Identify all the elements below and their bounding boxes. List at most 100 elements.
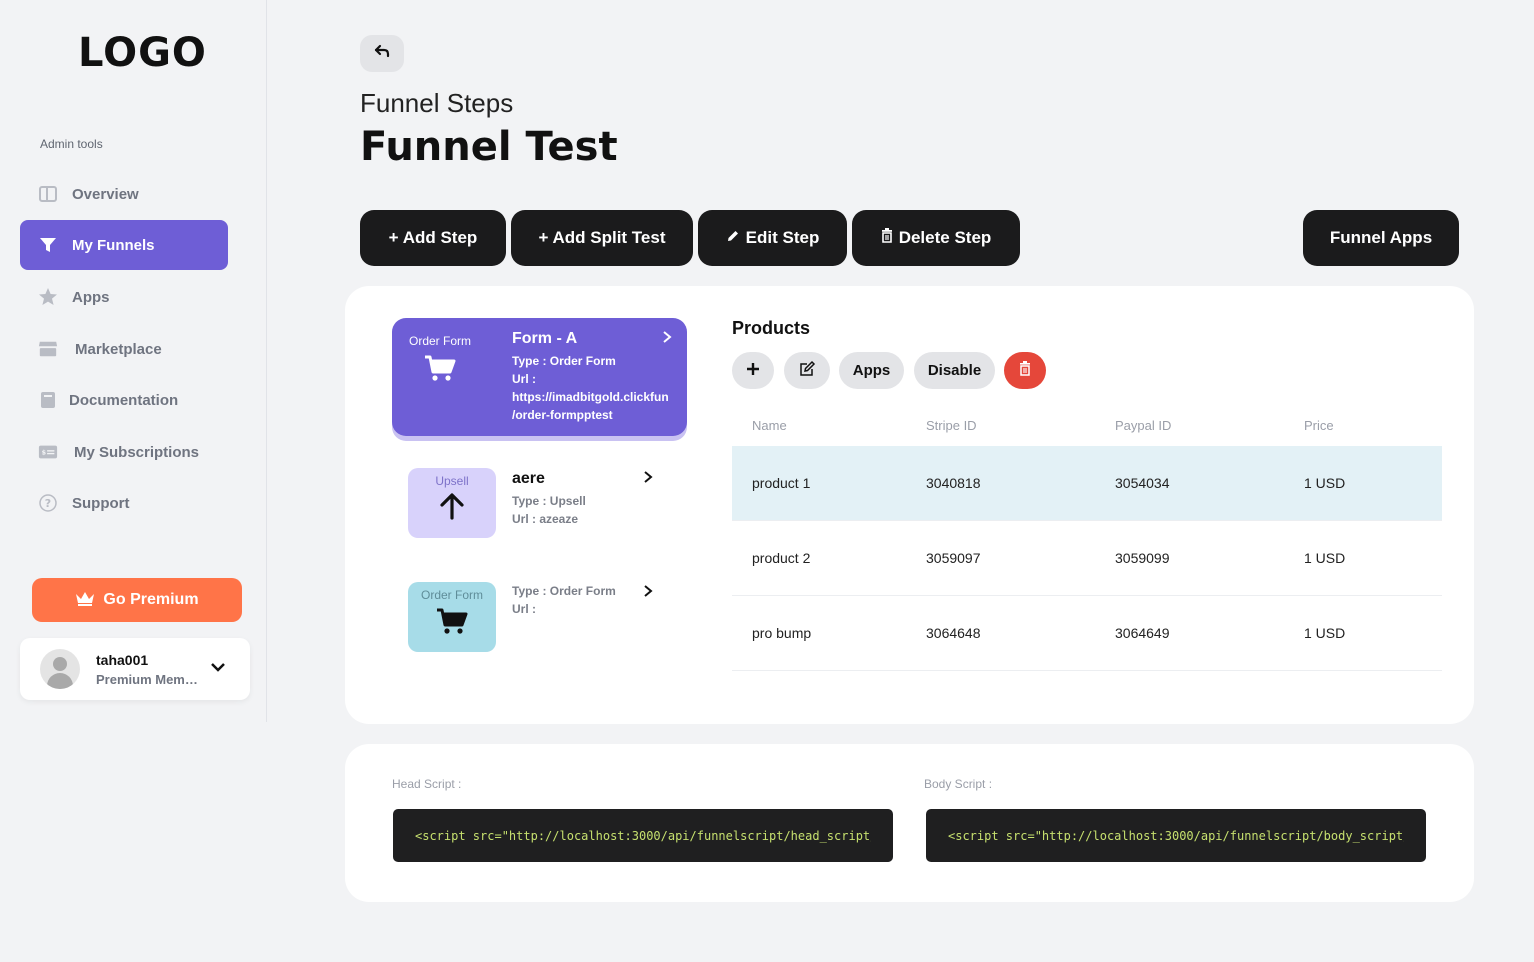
page-subtitle: Funnel Steps xyxy=(360,88,514,118)
paypal-id: 3054034 xyxy=(1115,475,1170,491)
cart-icon xyxy=(436,607,468,640)
trash-icon xyxy=(1019,361,1031,380)
step-tile-label: Upsell xyxy=(435,474,469,488)
price: 1 USD xyxy=(1304,475,1346,491)
body-script-value: <script src="http://localhost:3000/api/f… xyxy=(948,828,1404,843)
store-icon xyxy=(38,339,58,359)
paypal-id: 3064649 xyxy=(1115,625,1170,641)
body-script-label: Body Script : xyxy=(924,777,993,791)
edit-product-button[interactable] xyxy=(784,352,830,389)
step-type: Type : Order Form xyxy=(512,584,616,598)
layout-icon xyxy=(38,184,58,204)
table-row[interactable]: product 1 3040818 3054034 1 USD xyxy=(732,446,1442,521)
add-split-test-button[interactable]: + Add Split Test xyxy=(511,210,693,266)
step-url: https://imadbitgold.clickfun xyxy=(512,390,669,404)
avatar xyxy=(40,649,80,689)
column-header: Price xyxy=(1304,417,1334,433)
logo[interactable]: LOGO xyxy=(78,30,207,76)
step-meta: Type : Order Form Url : https://imadbitg… xyxy=(512,352,669,424)
sidebar-item-apps[interactable]: Apps xyxy=(20,272,228,322)
price: 1 USD xyxy=(1304,625,1346,641)
user-menu[interactable]: taha001 Premium Member xyxy=(20,638,250,700)
sidebar-item-label: Documentation xyxy=(69,391,179,409)
body-script-field[interactable]: <script src="http://localhost:3000/api/f… xyxy=(926,809,1426,862)
step-tile-label: Order Form xyxy=(408,334,471,348)
delete-step-label: Delete Step xyxy=(898,228,992,247)
svg-text:$: $ xyxy=(42,450,46,457)
step-card-form-a[interactable]: Order Form Form - A Type : Order Form Ur… xyxy=(392,318,687,436)
sidebar-item-marketplace[interactable]: Marketplace xyxy=(20,324,228,374)
edit-step-button[interactable]: Edit Step xyxy=(698,210,847,266)
cart-icon xyxy=(424,354,456,387)
sidebar-item-documentation[interactable]: Documentation xyxy=(20,375,228,425)
funnel-apps-button[interactable]: Funnel Apps xyxy=(1303,210,1459,266)
book-icon xyxy=(38,390,58,410)
chevron-right-icon[interactable] xyxy=(662,330,672,349)
step-card-aere[interactable]: Upsell aere Type : Upsell Url : azeaze xyxy=(408,468,668,538)
scripts-panel: Head Script : <script src="http://localh… xyxy=(345,744,1474,902)
sidebar-item-label: My Funnels xyxy=(72,236,155,254)
step-type: Type : Order Form xyxy=(512,354,616,368)
chevron-right-icon[interactable] xyxy=(643,470,653,489)
product-name: pro bump xyxy=(752,625,812,641)
plus-icon xyxy=(746,362,760,380)
sidebar-item-support[interactable]: ? Support xyxy=(20,478,228,528)
trash-icon xyxy=(881,228,893,248)
arrow-up-icon xyxy=(439,492,465,525)
paypal-id: 3059099 xyxy=(1115,550,1170,566)
go-premium-label: Go Premium xyxy=(103,591,199,608)
step-url: Url : xyxy=(512,602,536,616)
page-title: Funnel Test xyxy=(360,124,618,170)
step-type: Type : Upsell xyxy=(512,494,586,508)
go-premium-button[interactable]: Go Premium xyxy=(32,578,242,622)
funnel-icon xyxy=(38,235,58,255)
step-tile: Order Form xyxy=(396,328,484,398)
svg-text:?: ? xyxy=(45,497,51,510)
table-header: Name Stripe ID Paypal ID Price xyxy=(732,404,1442,446)
price: 1 USD xyxy=(1304,550,1346,566)
sidebar-item-my-funnels[interactable]: My Funnels xyxy=(20,220,228,270)
step-tile-label: Order Form xyxy=(420,588,483,602)
chevron-right-icon[interactable] xyxy=(643,584,653,603)
products-table: Name Stripe ID Paypal ID Price product 1… xyxy=(732,404,1442,671)
product-name: product 1 xyxy=(752,475,811,491)
edit-icon xyxy=(799,360,816,381)
head-script-label: Head Script : xyxy=(392,777,462,791)
card-icon: $ xyxy=(38,442,58,462)
star-icon xyxy=(38,287,58,307)
delete-step-button[interactable]: Delete Step xyxy=(852,210,1020,266)
step-card-order-form[interactable]: Order Form Type : Order Form Url : xyxy=(408,582,668,652)
step-url: Url : azeaze xyxy=(512,512,579,526)
chevron-down-icon[interactable] xyxy=(210,660,226,678)
products-title: Products xyxy=(732,318,811,338)
product-apps-button[interactable]: Apps xyxy=(839,352,904,389)
sidebar-item-overview[interactable]: Overview xyxy=(20,169,228,219)
user-name: taha001 xyxy=(96,651,149,668)
step-tile: Upsell xyxy=(408,468,496,538)
head-script-field[interactable]: <script src="http://localhost:3000/api/f… xyxy=(393,809,893,862)
pencil-icon xyxy=(726,228,740,248)
table-row[interactable]: product 2 3059097 3059099 1 USD xyxy=(732,521,1442,596)
sidebar-item-my-subscriptions[interactable]: $ My Subscriptions xyxy=(20,427,228,477)
disable-product-button[interactable]: Disable xyxy=(914,352,995,389)
back-arrow-icon xyxy=(374,44,390,63)
delete-product-button[interactable] xyxy=(1004,352,1046,389)
add-product-button[interactable] xyxy=(732,352,774,389)
add-step-button[interactable]: + Add Step xyxy=(360,210,506,266)
table-row[interactable]: pro bump 3064648 3064649 1 USD xyxy=(732,596,1442,671)
stripe-id: 3059097 xyxy=(926,550,981,566)
column-header: Name xyxy=(752,417,787,433)
sidebar-item-label: Apps xyxy=(72,288,110,306)
stripe-id: 3064648 xyxy=(926,625,981,641)
head-script-value: <script src="http://localhost:3000/api/f… xyxy=(415,828,871,843)
step-name: aere xyxy=(512,470,545,487)
back-button[interactable] xyxy=(360,35,404,72)
step-url: /order-formpptest xyxy=(512,408,613,422)
sidebar-section-label: Admin tools xyxy=(40,137,103,151)
column-header: Paypal ID xyxy=(1115,417,1172,433)
funnel-steps-panel: Order Form Form - A Type : Order Form Ur… xyxy=(345,286,1474,724)
step-name: Form - A xyxy=(512,330,578,347)
stripe-id: 3040818 xyxy=(926,475,981,491)
sidebar-item-label: Marketplace xyxy=(75,340,162,358)
step-meta: Type : Order Form Url : xyxy=(512,582,616,618)
